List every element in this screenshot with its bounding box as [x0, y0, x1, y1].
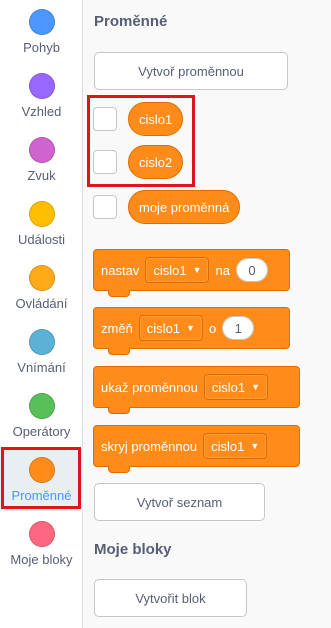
- category-sidebar: Pohyb Vzhled Zvuk Události Ovládání Vním…: [0, 0, 83, 628]
- set-variable-block[interactable]: nastav cislo1 ▼ na 0: [93, 249, 290, 297]
- block-label: nastav: [101, 262, 140, 278]
- category-looks[interactable]: Vzhled: [0, 64, 83, 127]
- variable-checkbox[interactable]: [93, 195, 117, 219]
- dropdown-value: cislo1: [211, 438, 245, 454]
- motion-color-icon: [28, 9, 55, 35]
- sensing-color-icon: [28, 329, 55, 355]
- variable-reporter[interactable]: moje proměnná: [128, 190, 241, 224]
- value-input[interactable]: 1: [222, 316, 255, 340]
- category-sound[interactable]: Zvuk: [0, 128, 83, 191]
- dropdown-caret-icon: ▼: [186, 323, 195, 333]
- looks-color-icon: [28, 73, 55, 99]
- category-label: Operátory: [12, 424, 71, 439]
- category-sensing[interactable]: Vnímání: [0, 320, 83, 383]
- block-label: změň: [101, 320, 133, 336]
- my-blocks-color-icon: [28, 521, 55, 547]
- variable-row: moje proměnná: [93, 190, 241, 224]
- dropdown-caret-icon: ▼: [251, 382, 261, 392]
- variable-dropdown[interactable]: cislo1 ▼: [145, 257, 210, 283]
- dropdown-value: cislo1: [211, 379, 246, 395]
- hide-variable-block[interactable]: skryj proměnnou cislo1 ▼: [93, 425, 300, 473]
- category-label: Pohyb: [23, 40, 60, 55]
- category-events[interactable]: Události: [0, 192, 83, 255]
- dropdown-caret-icon: ▼: [192, 265, 202, 275]
- show-variable-block[interactable]: ukaž proměnnou cislo1 ▼: [93, 366, 300, 414]
- category-label: Ovládání: [15, 296, 68, 311]
- category-operators[interactable]: Operátory: [0, 384, 83, 447]
- dropdown-caret-icon: ▼: [250, 441, 260, 451]
- make-list-button[interactable]: Vytvoř seznam: [94, 483, 265, 521]
- variable-dropdown[interactable]: cislo1 ▼: [203, 374, 269, 400]
- category-my-blocks[interactable]: Moje bloky: [0, 512, 83, 575]
- control-color-icon: [28, 265, 55, 291]
- variable-dropdown[interactable]: cislo1 ▼: [138, 315, 203, 341]
- events-color-icon: [28, 201, 55, 227]
- variable-dropdown[interactable]: cislo1 ▼: [203, 433, 268, 459]
- category-label: Vzhled: [21, 104, 62, 119]
- category-control[interactable]: Ovládání: [0, 256, 83, 319]
- dropdown-value: cislo1: [146, 320, 181, 336]
- selected-category-highlight: [1, 447, 81, 509]
- my-blocks-section-title: Moje bloky: [94, 541, 172, 558]
- block-label: skryj proměnnou: [101, 438, 198, 454]
- make-variable-button[interactable]: Vytvoř proměnnou: [94, 52, 288, 90]
- value-input[interactable]: 0: [235, 258, 268, 282]
- operators-color-icon: [28, 393, 55, 419]
- block-label: ukaž proměnnou: [101, 379, 198, 395]
- make-block-button[interactable]: Vytvořit blok: [94, 579, 247, 617]
- dropdown-value: cislo1: [153, 262, 187, 278]
- variables-section-title: Proměnné: [94, 13, 168, 30]
- category-motion[interactable]: Pohyb: [0, 0, 83, 63]
- category-label: Vnímání: [17, 360, 66, 375]
- change-variable-block[interactable]: změň cislo1 ▼ o 1: [93, 307, 290, 355]
- sound-color-icon: [28, 137, 55, 163]
- variables-highlight: [87, 95, 195, 187]
- block-connector: o: [208, 320, 217, 336]
- block-connector: na: [215, 262, 230, 278]
- category-label: Události: [18, 232, 65, 247]
- block-palette: Proměnné Vytvoř proměnnou cislo1 cislo2 …: [83, 0, 331, 628]
- category-label: Zvuk: [27, 168, 56, 183]
- category-label: Moje bloky: [10, 552, 73, 567]
